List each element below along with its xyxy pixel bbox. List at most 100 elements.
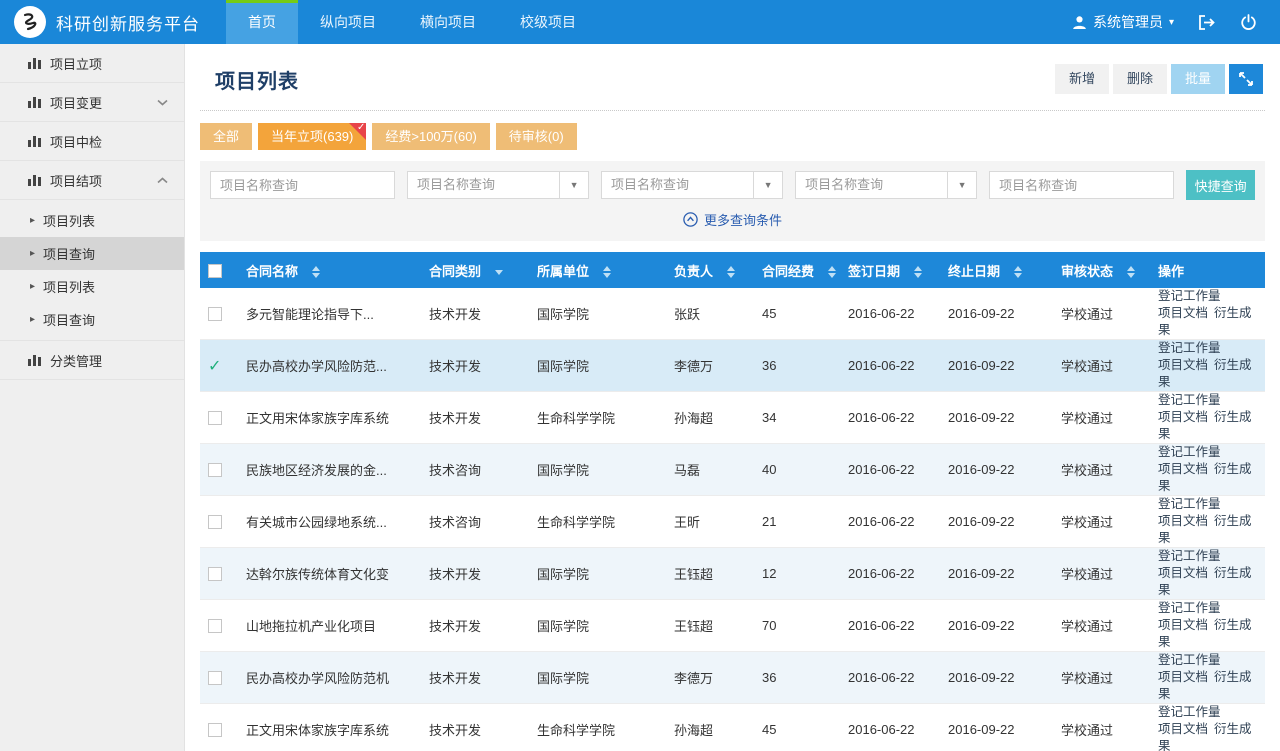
- user-menu[interactable]: 系统管理员 ▾: [1072, 12, 1174, 32]
- fund-cell: 36: [754, 340, 840, 392]
- chevron-up-icon: [157, 177, 168, 184]
- row-checkbox[interactable]: [208, 463, 222, 477]
- leader-cell: 王钰超: [666, 548, 754, 600]
- select-all-checkbox[interactable]: [200, 252, 238, 288]
- filter-tab-current-year[interactable]: 当年立项(639) ✓: [258, 123, 366, 150]
- sidebar-item-project-initiation[interactable]: 项目立项: [0, 44, 184, 83]
- search-panel: 项目名称查询 ▼ 项目名称查询 ▼ 项目名称查询 ▼ 快捷查询 更多查询条件: [200, 161, 1265, 241]
- project-docs-link[interactable]: 项目文档: [1158, 670, 1208, 684]
- sort-down-icon: [495, 270, 503, 275]
- filter-tab-funds-over-1m[interactable]: 经费>100万(60): [372, 123, 489, 150]
- row-select-cell[interactable]: [200, 704, 238, 751]
- review-status-cell: 学校通过: [1053, 288, 1150, 340]
- register-workload-link[interactable]: 登记工作量: [1158, 445, 1221, 459]
- row-select-cell[interactable]: ✓: [200, 340, 238, 392]
- sidebar-item-project-midcheck[interactable]: 项目中检: [0, 122, 184, 161]
- row-checkbox[interactable]: [208, 671, 222, 685]
- register-workload-link[interactable]: 登记工作量: [1158, 393, 1221, 407]
- table-row[interactable]: ✓ 民办高校办学风险防范... 技术开发 国际学院 李德万 36 2016-06…: [200, 340, 1265, 392]
- search-input-1[interactable]: [210, 171, 395, 199]
- sidebar-subitem-project-query-2[interactable]: ▸ 项目查询: [0, 303, 184, 336]
- col-fund[interactable]: 合同经费: [754, 252, 840, 288]
- project-docs-link[interactable]: 项目文档: [1158, 618, 1208, 632]
- register-workload-link[interactable]: 登记工作量: [1158, 341, 1221, 355]
- project-docs-link[interactable]: 项目文档: [1158, 566, 1208, 580]
- col-review-status[interactable]: 审核状态: [1053, 252, 1150, 288]
- row-select-cell[interactable]: [200, 652, 238, 704]
- col-unit[interactable]: 所属单位: [529, 252, 666, 288]
- more-conditions-link[interactable]: 更多查询条件: [683, 210, 782, 229]
- row-select-cell[interactable]: [200, 600, 238, 652]
- row-checkbox[interactable]: [208, 723, 222, 737]
- project-docs-link[interactable]: 项目文档: [1158, 462, 1208, 476]
- quick-search-button[interactable]: 快捷查询: [1186, 170, 1255, 200]
- search-input-2[interactable]: [989, 171, 1174, 199]
- nav-vertical-projects[interactable]: 纵向项目: [298, 0, 398, 44]
- sidebar-item-project-change[interactable]: 项目变更: [0, 83, 184, 122]
- register-workload-link[interactable]: 登记工作量: [1158, 601, 1221, 615]
- register-workload-link[interactable]: 登记工作量: [1158, 497, 1221, 511]
- register-workload-link[interactable]: 登记工作量: [1158, 653, 1221, 667]
- sort-icon: [727, 266, 735, 278]
- actions-cell: 登记工作量项目文档衍生成果: [1150, 704, 1265, 751]
- sidebar-subitem-label: 项目查询: [43, 244, 95, 263]
- row-checkbox[interactable]: [208, 619, 222, 633]
- row-checkbox[interactable]: [208, 411, 222, 425]
- add-button[interactable]: 新增: [1055, 64, 1109, 94]
- filter-tab-pending-review[interactable]: 待审核(0): [496, 123, 577, 150]
- sidebar-item-project-closing[interactable]: 项目结项: [0, 161, 184, 200]
- row-select-cell[interactable]: [200, 392, 238, 444]
- contract-type-cell: 技术开发: [421, 340, 529, 392]
- sidebar-subitem-project-query[interactable]: ▸ 项目查询: [0, 237, 184, 270]
- project-docs-link[interactable]: 项目文档: [1158, 358, 1208, 372]
- review-status-cell: 学校通过: [1053, 496, 1150, 548]
- row-select-cell[interactable]: [200, 496, 238, 548]
- project-docs-link[interactable]: 项目文档: [1158, 514, 1208, 528]
- filter-tab-all[interactable]: 全部: [200, 123, 252, 150]
- col-contract-type[interactable]: 合同类别: [421, 252, 529, 288]
- row-select-cell[interactable]: [200, 548, 238, 600]
- batch-button[interactable]: 批量: [1171, 64, 1225, 94]
- register-workload-link[interactable]: 登记工作量: [1158, 705, 1221, 719]
- project-docs-link[interactable]: 项目文档: [1158, 410, 1208, 424]
- leader-cell: 王钰超: [666, 600, 754, 652]
- row-checkbox[interactable]: [208, 307, 222, 321]
- search-select-3[interactable]: 项目名称查询 ▼: [795, 171, 977, 199]
- table-row[interactable]: 民族地区经济发展的金... 技术咨询 国际学院 马磊 40 2016-06-22…: [200, 444, 1265, 496]
- row-select-cell[interactable]: [200, 444, 238, 496]
- col-end-date[interactable]: 终止日期: [940, 252, 1053, 288]
- row-selected-check-icon[interactable]: ✓: [208, 358, 221, 375]
- search-select-1[interactable]: 项目名称查询 ▼: [407, 171, 589, 199]
- nav-school-projects[interactable]: 校级项目: [498, 0, 598, 44]
- row-select-cell[interactable]: [200, 288, 238, 340]
- col-leader[interactable]: 负责人: [666, 252, 754, 288]
- nav-home[interactable]: 首页: [226, 0, 298, 44]
- register-workload-link[interactable]: 登记工作量: [1158, 289, 1221, 303]
- project-docs-link[interactable]: 项目文档: [1158, 722, 1208, 736]
- table-row[interactable]: 达斡尔族传统体育文化变 技术开发 国际学院 王钰超 12 2016-06-22 …: [200, 548, 1265, 600]
- row-checkbox[interactable]: [208, 567, 222, 581]
- table-row[interactable]: 山地拖拉机产业化项目 技术开发 国际学院 王钰超 70 2016-06-22 2…: [200, 600, 1265, 652]
- sign-date-cell: 2016-06-22: [840, 652, 940, 704]
- search-select-2[interactable]: 项目名称查询 ▼: [601, 171, 783, 199]
- row-checkbox[interactable]: [208, 515, 222, 529]
- register-workload-link[interactable]: 登记工作量: [1158, 549, 1221, 563]
- table-row[interactable]: 有关城市公园绿地系统... 技术咨询 生命科学学院 王昕 21 2016-06-…: [200, 496, 1265, 548]
- project-docs-link[interactable]: 项目文档: [1158, 306, 1208, 320]
- table-body: 多元智能理论指导下... 技术开发 国际学院 张跃 45 2016-06-22 …: [200, 288, 1265, 751]
- table-row[interactable]: 正文用宋体家族字库系统 技术开发 生命科学学院 孙海超 34 2016-06-2…: [200, 392, 1265, 444]
- end-date-cell: 2016-09-22: [940, 600, 1053, 652]
- sidebar-subitem-project-list-2[interactable]: ▸ 项目列表: [0, 270, 184, 303]
- delete-button[interactable]: 删除: [1113, 64, 1167, 94]
- expand-button[interactable]: [1229, 64, 1263, 94]
- sidebar-subitem-project-list[interactable]: ▸ 项目列表: [0, 204, 184, 237]
- table-row[interactable]: 正文用宋体家族字库系统 技术开发 生命科学学院 孙海超 45 2016-06-2…: [200, 704, 1265, 751]
- power-icon[interactable]: [1238, 12, 1258, 32]
- table-row[interactable]: 民办高校办学风险防范机 技术开发 国际学院 李德万 36 2016-06-22 …: [200, 652, 1265, 704]
- col-contract-name[interactable]: 合同名称: [238, 252, 421, 288]
- col-sign-date[interactable]: 签订日期: [840, 252, 940, 288]
- logout-icon[interactable]: [1196, 12, 1216, 32]
- nav-horizontal-projects[interactable]: 横向项目: [398, 0, 498, 44]
- table-row[interactable]: 多元智能理论指导下... 技术开发 国际学院 张跃 45 2016-06-22 …: [200, 288, 1265, 340]
- sidebar-item-category-management[interactable]: 分类管理: [0, 341, 184, 380]
